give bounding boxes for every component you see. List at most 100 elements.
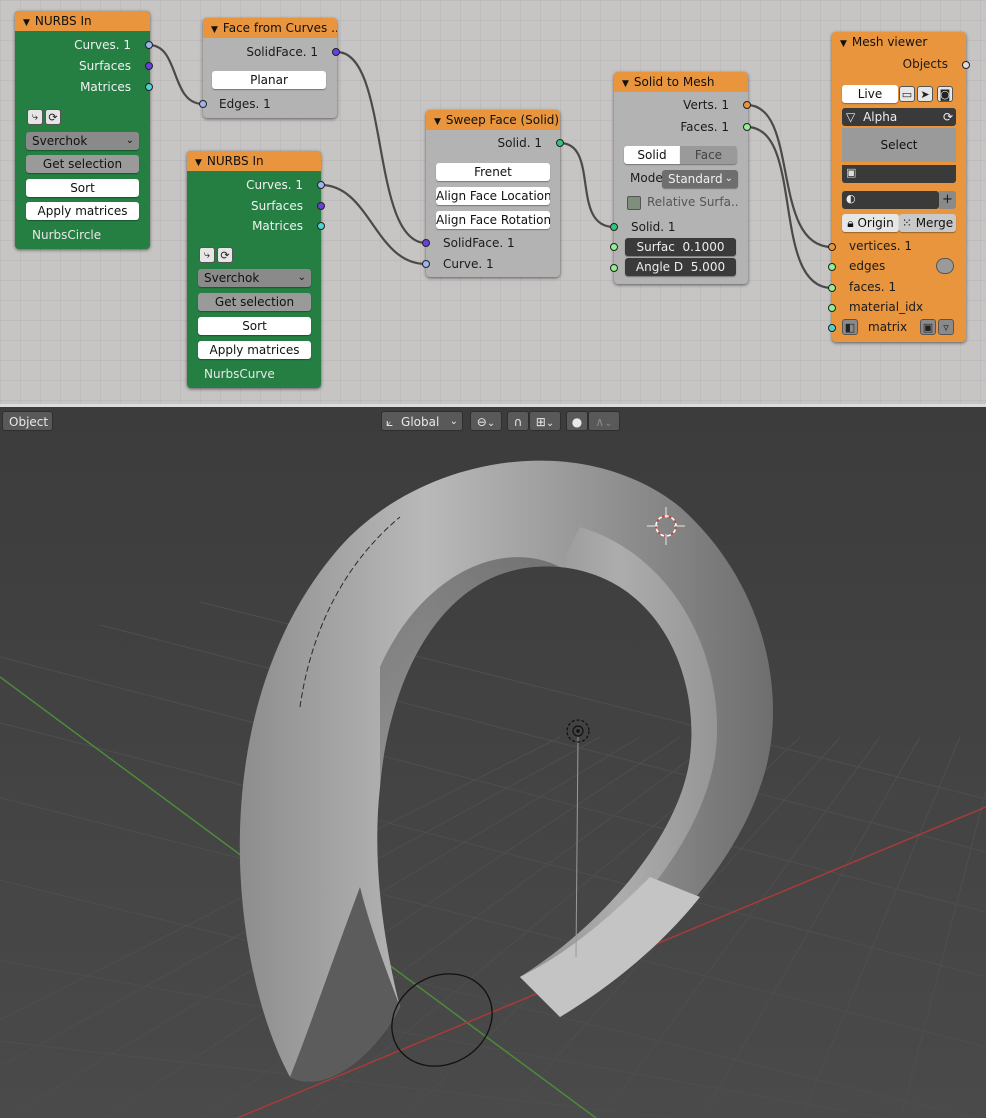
cursor-icon[interactable]: ➤ bbox=[917, 86, 933, 102]
object-mode-button[interactable]: Object bbox=[2, 411, 53, 431]
output-verts: Verts. 1 bbox=[683, 98, 729, 112]
apply-matrices-button[interactable]: Apply matrices bbox=[198, 341, 311, 359]
orientation-label: Global bbox=[401, 415, 440, 429]
node-header[interactable]: ▼ Sweep Face (Solid) bbox=[426, 110, 560, 130]
node-header[interactable]: ▼ Face from Curves .. bbox=[203, 18, 337, 38]
collapse-arrow-icon[interactable]: ▼ bbox=[840, 39, 847, 49]
socket-matrix-in[interactable] bbox=[828, 324, 836, 332]
origin-button[interactable]: 🔒︎ Origin bbox=[842, 214, 899, 232]
link-curves2-to-sweep bbox=[320, 183, 427, 266]
implementation-dropdown[interactable]: Sverchok ⌄ bbox=[26, 132, 139, 150]
sort-button[interactable]: Sort bbox=[198, 317, 311, 335]
3d-viewport[interactable]: Object ⟀ Global ⌄ ⊖⌄ ∩ ⊞⌄ ● ∧⌄ bbox=[0, 404, 986, 1118]
refresh-icon[interactable]: ⟳ bbox=[217, 247, 233, 263]
filter-icon[interactable]: ▿ bbox=[938, 319, 954, 335]
material-selector[interactable]: ▽ Alpha ⟳ bbox=[842, 108, 956, 126]
collapse-arrow-icon[interactable]: ▼ bbox=[23, 18, 30, 28]
socket-solidface-in[interactable] bbox=[422, 239, 430, 247]
refresh-icon[interactable]: ⟳ bbox=[943, 108, 953, 126]
edges-toggle-icon[interactable] bbox=[936, 258, 954, 274]
node-header[interactable]: ▼ Solid to Mesh bbox=[614, 72, 748, 92]
matrix-mode-icon[interactable]: ▣ bbox=[920, 319, 936, 335]
socket-solidface-out[interactable] bbox=[332, 48, 340, 56]
add-icon[interactable]: + bbox=[939, 191, 956, 209]
socket-solid-out[interactable] bbox=[556, 139, 564, 147]
curve-type-icon[interactable]: ⤷ bbox=[199, 247, 215, 263]
angle-deviation-field[interactable]: Angle D 5.000 bbox=[625, 258, 736, 276]
get-selection-button[interactable]: Get selection bbox=[26, 155, 139, 173]
sort-button[interactable]: Sort bbox=[26, 179, 139, 197]
socket-matrices-out[interactable] bbox=[317, 222, 325, 230]
relative-surface-checkbox[interactable] bbox=[627, 196, 641, 210]
collapse-arrow-icon[interactable]: ▼ bbox=[195, 158, 202, 168]
node-nurbs-in-2[interactable]: ▼ NURBS In Curves. 1 Surfaces Matrices ⤷ … bbox=[187, 151, 325, 388]
refresh-icon[interactable]: ⟳ bbox=[45, 109, 61, 125]
matrix-toggle-icon[interactable]: ◧ bbox=[842, 319, 858, 335]
output-matrices: Matrices bbox=[80, 80, 131, 94]
falloff-curve-icon: ∧ bbox=[595, 415, 605, 429]
link-solidface-to-sweep bbox=[336, 50, 427, 245]
node-header[interactable]: ▼ Mesh viewer bbox=[832, 32, 966, 52]
socket-edges-in[interactable] bbox=[828, 263, 836, 271]
implementation-dropdown[interactable]: Sverchok ⌄ bbox=[198, 269, 311, 287]
align-face-rotation-button[interactable]: Align Face Rotation bbox=[436, 211, 550, 229]
pivot-point-dropdown[interactable]: ⊖⌄ bbox=[470, 411, 502, 431]
socket-curves-out[interactable] bbox=[145, 41, 153, 49]
socket-curve-in[interactable] bbox=[422, 260, 430, 268]
collapse-arrow-icon[interactable]: ▼ bbox=[211, 25, 218, 35]
transform-orientation-dropdown[interactable]: ⟀ Global ⌄ bbox=[381, 411, 463, 431]
socket-objects-out[interactable] bbox=[962, 61, 970, 69]
node-sweep-face-solid[interactable]: ▼ Sweep Face (Solid) Solid. 1 Frenet Alig… bbox=[422, 110, 564, 277]
node-face-from-curves[interactable]: ▼ Face from Curves .. SolidFace. 1 Planar… bbox=[199, 18, 340, 118]
node-header[interactable]: ▼ NURBS In bbox=[187, 151, 321, 171]
node-title: Mesh viewer bbox=[851, 35, 928, 49]
frenet-button[interactable]: Frenet bbox=[436, 163, 550, 181]
socket-solid-in[interactable] bbox=[610, 223, 618, 231]
socket-surface-in[interactable] bbox=[610, 243, 618, 251]
get-selection-button[interactable]: Get selection bbox=[198, 293, 311, 311]
socket-surfaces-out[interactable] bbox=[145, 62, 153, 70]
snap-toggle-button[interactable]: ∩ bbox=[507, 411, 529, 431]
socket-surfaces-out[interactable] bbox=[317, 202, 325, 210]
align-face-location-button[interactable]: Align Face Location bbox=[436, 187, 550, 205]
select-button[interactable]: Select bbox=[842, 128, 956, 162]
camera-icon[interactable]: ◙ bbox=[937, 86, 953, 102]
orientation-axes-icon: ⟀ bbox=[386, 415, 394, 429]
material-list-footer: ▣ bbox=[842, 165, 956, 183]
socket-material-idx-in[interactable] bbox=[828, 304, 836, 312]
collapse-arrow-icon[interactable]: ▼ bbox=[434, 117, 441, 127]
live-toggle-button[interactable]: Live bbox=[842, 85, 898, 103]
node-nurbs-in-1[interactable]: ▼ NURBS In Curves. 1 Surfaces Matrices ⤷ … bbox=[15, 11, 153, 249]
mode-dropdown[interactable]: Standard ⌄ bbox=[662, 170, 738, 188]
collapse-arrow-icon[interactable]: ▼ bbox=[622, 79, 629, 89]
socket-edges-in[interactable] bbox=[199, 100, 207, 108]
tab-solid[interactable]: Solid bbox=[624, 146, 680, 164]
node-header[interactable]: ▼ NURBS In bbox=[15, 11, 150, 31]
snap-target-dropdown[interactable]: ⊞⌄ bbox=[529, 411, 561, 431]
socket-faces-in[interactable] bbox=[828, 284, 836, 292]
socket-angle-in[interactable] bbox=[610, 264, 618, 272]
archive-icon[interactable]: ▣ bbox=[846, 166, 856, 179]
tab-face[interactable]: Face bbox=[680, 146, 737, 164]
surface-deviation-field[interactable]: Surfac 0.1000 bbox=[625, 238, 736, 256]
curve-type-icon[interactable]: ⤷ bbox=[27, 109, 43, 125]
socket-verts-out[interactable] bbox=[743, 101, 751, 109]
monitor-icon[interactable]: ▭ bbox=[899, 86, 915, 102]
falloff-dropdown[interactable]: ∧⌄ bbox=[588, 411, 620, 431]
input-matrix: matrix bbox=[868, 320, 908, 334]
socket-curves-out[interactable] bbox=[317, 181, 325, 189]
node-solid-to-mesh[interactable]: ▼ Solid to Mesh Verts. 1 Faces. 1 Solid F… bbox=[610, 72, 751, 284]
object-selector[interactable]: ◐ bbox=[842, 191, 939, 209]
merge-button[interactable]: ⁙ Merge bbox=[899, 214, 956, 232]
node-mesh-viewer[interactable]: ▼ Mesh viewer Objects Live ▭ ➤ ◙ ▽ Alpha … bbox=[828, 32, 970, 342]
apply-matrices-button[interactable]: Apply matrices bbox=[26, 202, 139, 220]
link-faces-to-faces bbox=[746, 125, 833, 290]
socket-vertices-in[interactable] bbox=[828, 243, 836, 251]
node-editor[interactable]: ▼ NURBS In Curves. 1 Surfaces Matrices ⤷ … bbox=[0, 0, 986, 404]
planar-button[interactable]: Planar bbox=[212, 71, 326, 89]
proportional-edit-button[interactable]: ● bbox=[566, 411, 588, 431]
socket-matrices-out[interactable] bbox=[145, 83, 153, 91]
output-surfaces: Surfaces bbox=[251, 199, 303, 213]
socket-faces-out[interactable] bbox=[743, 123, 751, 131]
viewport-canvas bbox=[0, 407, 986, 1118]
